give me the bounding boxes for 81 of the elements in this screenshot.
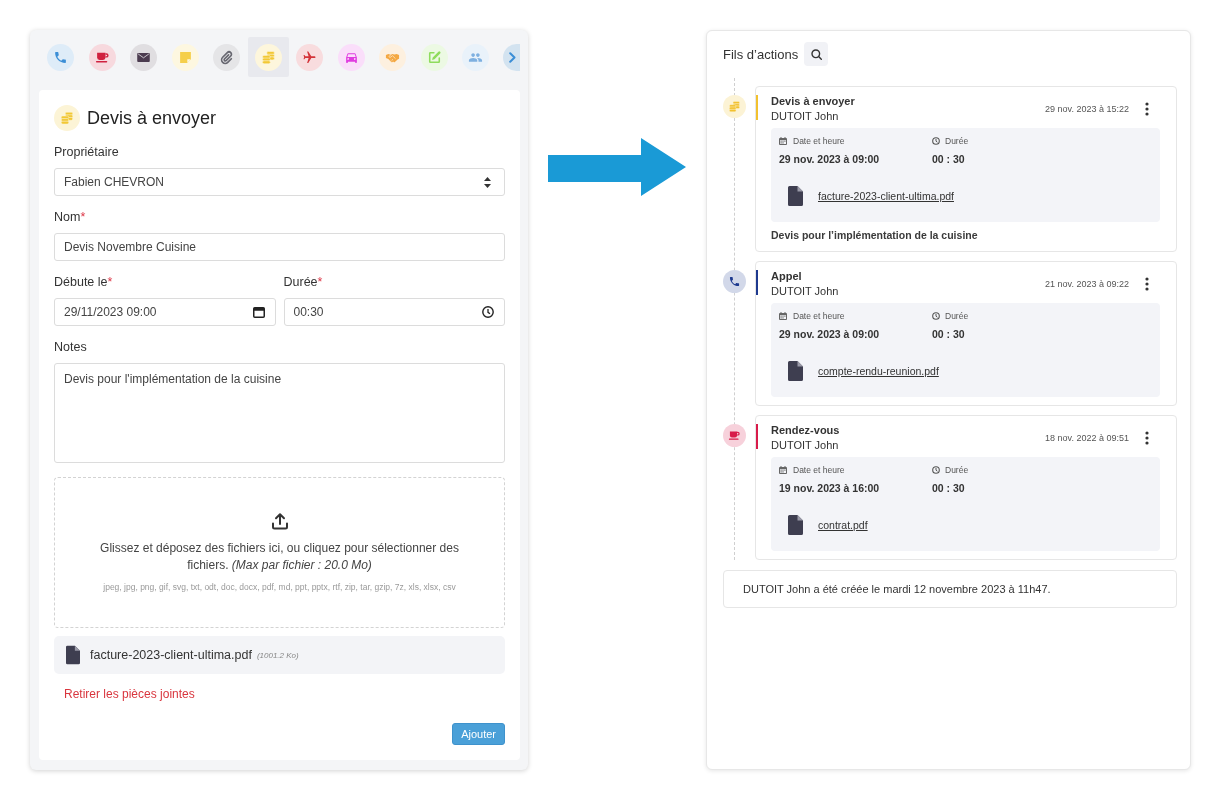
- coffee-cup-icon: [723, 424, 746, 447]
- clock-icon: [482, 306, 494, 318]
- clock-icon: [932, 137, 940, 145]
- activity-title: Rendez-vous: [771, 423, 841, 438]
- airplane-icon: [296, 43, 324, 71]
- creation-message: DUTOIT John a été créée le mardi 12 novembre 2023 à 11h47.: [723, 570, 1177, 608]
- vertical-dots-icon: [1145, 431, 1149, 445]
- duration-input[interactable]: 00:30: [283, 298, 505, 326]
- car-icon: [337, 43, 365, 71]
- scroll-right-button[interactable]: [503, 43, 520, 71]
- activity-author: DUTOIT John: [771, 109, 840, 124]
- notes-textarea[interactable]: Devis pour l'implémentation de la cuisine: [54, 363, 505, 463]
- phone-icon: [47, 43, 75, 71]
- detail-value: 19 nov. 2023 à 16:00: [779, 481, 880, 495]
- activity-author: DUTOIT John: [771, 438, 840, 453]
- edit-icon: [420, 43, 448, 71]
- phone-icon: [723, 270, 746, 293]
- file-icon: [788, 515, 803, 535]
- activity-note: Devis pour l’implémentation de la cuisine: [771, 228, 978, 242]
- upload-icon: [270, 512, 289, 530]
- activity-timestamp: 29 nov. 2023 à 15:22: [1045, 104, 1129, 114]
- detail-value: 00 : 30: [932, 152, 965, 166]
- vertical-dots-icon: [1145, 102, 1149, 116]
- feed-title: Fils d’actions: [723, 46, 799, 62]
- search-button[interactable]: [804, 42, 829, 66]
- clock-icon: [932, 466, 940, 474]
- sticky-note-icon: [171, 43, 199, 71]
- field-label: Nom*: [54, 209, 87, 225]
- coins-icon: [254, 43, 282, 71]
- remove-attachments-link[interactable]: Retirer les pièces jointes: [64, 687, 195, 701]
- sort-arrows-icon: [484, 176, 491, 188]
- attachment-link[interactable]: compte-rendu-reunion.pdf: [818, 365, 939, 377]
- calendar-icon: [779, 312, 787, 320]
- activity-timestamp: 21 nov. 2023 à 09:22: [1045, 279, 1129, 289]
- envelope-icon: [130, 43, 158, 71]
- detail-value: 00 : 30: [932, 481, 965, 495]
- dropzone-instructions: Glissez et déposez des fichiers ici, ou cliquez pour sélectionner des fichiers. (Max par fichier : 20.0 Mo): [99, 540, 460, 574]
- detail-label: Durée: [945, 136, 969, 146]
- users-icon: [462, 43, 490, 71]
- detail-label: Durée: [945, 465, 969, 475]
- activity-author: DUTOIT John: [771, 284, 840, 299]
- field-label: Débute le*: [54, 274, 114, 290]
- vertical-dots-icon: [1145, 277, 1149, 291]
- clock-icon: [932, 312, 940, 320]
- coffee-cup-icon: [88, 43, 116, 71]
- file-size: (1001.2 Ko): [256, 650, 299, 660]
- field-label: Durée*: [283, 274, 324, 290]
- detail-value: 00 : 30: [932, 327, 965, 341]
- handshake-icon: [379, 43, 407, 71]
- activity-title: Appel: [771, 269, 803, 284]
- attachment-link[interactable]: contrat.pdf: [818, 519, 868, 531]
- detail-label: Durée: [945, 311, 969, 321]
- name-input[interactable]: Devis Novembre Cuisine: [54, 233, 505, 261]
- file-dropzone[interactable]: [54, 477, 505, 628]
- chevron-right-icon: [509, 51, 516, 63]
- owner-select[interactable]: Fabien CHEVRON: [54, 168, 505, 196]
- start-datetime-input[interactable]: 29/11/2023 09:00: [54, 298, 276, 326]
- field-label: Notes: [54, 339, 88, 355]
- activity-title: Devis à envoyer: [771, 94, 856, 109]
- detail-value: 29 nov. 2023 à 09:00: [779, 152, 880, 166]
- coins-icon: [54, 105, 80, 131]
- attachment-link[interactable]: facture-2023-client-ultima.pdf: [818, 190, 954, 202]
- file-icon: [66, 645, 80, 665]
- paperclip-icon: [213, 43, 241, 71]
- calendar-icon: [779, 137, 787, 145]
- coins-icon: [723, 95, 746, 118]
- form-title: Devis à envoyer: [87, 107, 217, 130]
- accepted-formats: jpeg, jpg, png, gif, svg, txt, odt, doc, docx, pdf, md, ppt, pptx, rtf, zip, tar, gzip, 7z, xls, xlsx, csv: [103, 582, 456, 593]
- file-icon: [788, 361, 803, 381]
- field-label: Propriétaire: [54, 144, 120, 160]
- calendar-icon: [252, 306, 265, 318]
- calendar-icon: [779, 466, 787, 474]
- file-name: facture-2023-client-ultima.pdf: [90, 648, 252, 662]
- detail-label: Date et heure: [793, 136, 845, 146]
- activity-timestamp: 18 nov. 2022 à 09:51: [1045, 433, 1129, 443]
- file-icon: [788, 186, 803, 206]
- search-icon: [810, 48, 822, 60]
- detail-value: 29 nov. 2023 à 09:00: [779, 327, 880, 341]
- detail-label: Date et heure: [793, 311, 845, 321]
- detail-label: Date et heure: [793, 465, 845, 475]
- right-arrow-icon: [548, 138, 686, 196]
